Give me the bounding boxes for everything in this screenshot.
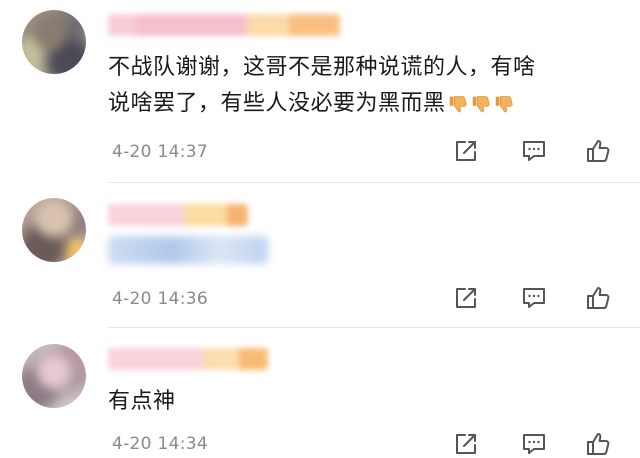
comment-actions (446, 430, 616, 458)
comment-actions (446, 284, 616, 312)
thumbs-up-icon (587, 433, 610, 455)
comment-actions (446, 137, 616, 165)
comment-icon (523, 288, 545, 308)
share-button[interactable] (452, 430, 480, 458)
like-button[interactable] (584, 430, 612, 458)
thumbs-up-icon (587, 140, 610, 162)
share-icon (456, 141, 476, 161)
reply-button[interactable] (520, 430, 548, 458)
thumbs-down-icon (495, 96, 513, 113)
avatar[interactable] (22, 10, 86, 74)
username-blurred[interactable] (108, 348, 268, 370)
comment-icon (523, 434, 545, 454)
avatar[interactable] (22, 344, 86, 408)
comment-text-line-2: 说啥罢了，有些人没必要为黑而黑 (108, 86, 608, 122)
username-blurred[interactable] (108, 14, 340, 36)
comment-icon (523, 141, 545, 161)
comment-feed: 不战队谢谢，这哥不是那种说谎的人，有啥 说啥罢了，有些人没必要为黑而黑 4-20… (0, 0, 640, 458)
comment-timestamp: 4-20 14:36 (112, 289, 208, 309)
thumbs-down-icon (472, 96, 490, 113)
share-icon (456, 434, 476, 454)
comment-text: 有点神 (108, 389, 176, 414)
comment-text-blurred (108, 236, 268, 264)
comment-text: 说啥罢了，有些人没必要为黑而黑 (108, 91, 446, 116)
thumbs-down-icon (449, 96, 467, 113)
avatar[interactable] (22, 198, 86, 262)
reply-button[interactable] (520, 137, 548, 165)
share-icon (456, 288, 476, 308)
like-button[interactable] (584, 284, 612, 312)
like-button[interactable] (584, 137, 612, 165)
comment-timestamp: 4-20 14:34 (112, 434, 208, 454)
thumbs-up-icon (587, 287, 610, 309)
username-blurred[interactable] (108, 204, 248, 226)
reply-button[interactable] (520, 284, 548, 312)
comment-text: 不战队谢谢，这哥不是那种说谎的人，有啥 (108, 55, 536, 80)
share-button[interactable] (452, 137, 480, 165)
share-button[interactable] (452, 284, 480, 312)
comment-timestamp: 4-20 14:37 (112, 142, 208, 162)
